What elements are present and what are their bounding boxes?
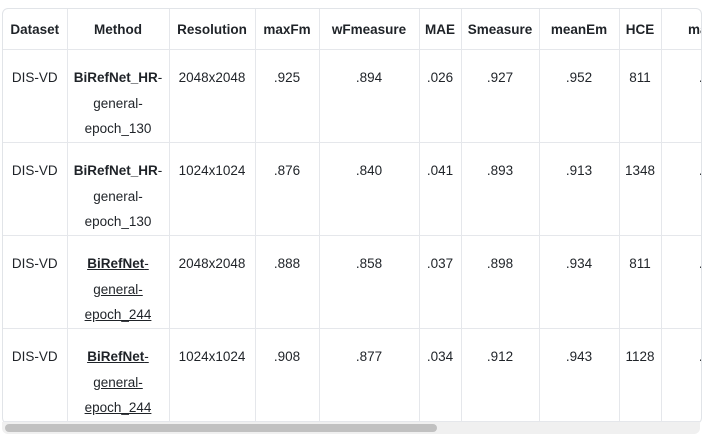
header-row: Dataset Method Resolution maxFm wFmeasur… — [3, 9, 701, 50]
cell-method: BiRefNet- general- epoch_244 — [67, 235, 170, 329]
cell-mae: .041 — [419, 142, 462, 236]
table-row: DIS-VD BiRefNet- general- epoch_244 1024… — [3, 328, 701, 422]
col-header-smeasure: Smeasure — [461, 9, 540, 50]
method-part[interactable]: general- — [93, 282, 143, 297]
horizontal-scrollbar[interactable] — [2, 422, 700, 434]
cell-resolution: 1024x1024 — [169, 142, 256, 236]
cell-resolution: 2048x2048 — [169, 49, 256, 143]
cell-maxem: .926 — [661, 142, 701, 236]
col-header-maxem: maxEm — [661, 9, 701, 50]
cell-smeasure: .912 — [461, 328, 540, 422]
cell-hce: 1128 — [619, 328, 662, 422]
method-part[interactable]: epoch_244 — [85, 307, 152, 322]
col-header-maxfm: maxFm — [255, 9, 320, 50]
col-header-hce: HCE — [619, 9, 662, 50]
cell-method: BiRefNet- general- epoch_244 — [67, 328, 170, 422]
col-header-mae: MAE — [419, 9, 462, 50]
results-table-container[interactable]: Dataset Method Resolution maxFm wFmeasur… — [2, 8, 702, 424]
method-sep[interactable]: - — [144, 256, 149, 271]
col-header-wfmeasure: wFmeasure — [319, 9, 420, 50]
cell-wfmeasure: .858 — [319, 235, 420, 329]
col-header-resolution: Resolution — [169, 9, 256, 50]
col-header-method: Method — [67, 9, 170, 50]
cell-maxem: .953 — [661, 328, 701, 422]
cell-method: BiRefNet_HR- general- epoch_130 — [67, 49, 170, 143]
cell-wfmeasure: .840 — [319, 142, 420, 236]
method-sep: - — [157, 163, 163, 178]
method-name[interactable]: BiRefNet — [87, 256, 144, 271]
method-name: BiRefNet_HR — [73, 70, 158, 85]
method-sep: - — [157, 70, 163, 85]
results-table: Dataset Method Resolution maxFm wFmeasur… — [3, 9, 701, 422]
method-part: general- — [93, 188, 143, 204]
method-link[interactable]: BiRefNet- general- epoch_244 — [85, 349, 152, 415]
cell-hce: 811 — [619, 235, 662, 329]
cell-method: BiRefNet_HR- general- epoch_130 — [67, 142, 170, 236]
cell-dataset: DIS-VD — [3, 142, 68, 236]
cell-smeasure: .927 — [461, 49, 540, 143]
cell-meanem: .943 — [539, 328, 620, 422]
cell-resolution: 2048x2048 — [169, 235, 256, 329]
method-sep[interactable]: - — [144, 349, 149, 364]
col-header-meanem: meanEm — [539, 9, 620, 50]
cell-mae: .037 — [419, 235, 462, 329]
cell-meanem: .952 — [539, 49, 620, 143]
cell-meanem: .913 — [539, 142, 620, 236]
cell-smeasure: .893 — [461, 142, 540, 236]
cell-maxem: .941 — [661, 235, 701, 329]
table-row: DIS-VD BiRefNet_HR- general- epoch_130 2… — [3, 49, 701, 143]
scrollbar-thumb[interactable] — [5, 424, 437, 432]
cell-maxfm: .888 — [255, 235, 320, 329]
col-header-dataset: Dataset — [3, 9, 68, 50]
cell-hce: 1348 — [619, 142, 662, 236]
method-part: general- — [93, 95, 143, 111]
cell-hce: 811 — [619, 49, 662, 143]
cell-mae: .034 — [419, 328, 462, 422]
cell-dataset: DIS-VD — [3, 328, 68, 422]
cell-maxem: .960 — [661, 49, 701, 143]
cell-smeasure: .898 — [461, 235, 540, 329]
method-part[interactable]: general- — [93, 375, 143, 390]
cell-dataset: DIS-VD — [3, 235, 68, 329]
cell-wfmeasure: .877 — [319, 328, 420, 422]
method-part[interactable]: epoch_244 — [85, 400, 152, 415]
cell-resolution: 1024x1024 — [169, 328, 256, 422]
table-row: DIS-VD BiRefNet- general- epoch_244 2048… — [3, 235, 701, 329]
cell-maxfm: .908 — [255, 328, 320, 422]
method-part: epoch_130 — [84, 121, 152, 136]
cell-mae: .026 — [419, 49, 462, 143]
method-name: BiRefNet_HR — [73, 163, 158, 178]
cell-maxfm: .925 — [255, 49, 320, 143]
table-row: DIS-VD BiRefNet_HR- general- epoch_130 1… — [3, 142, 701, 236]
method-part: epoch_130 — [84, 214, 152, 229]
cell-meanem: .934 — [539, 235, 620, 329]
cell-wfmeasure: .894 — [319, 49, 420, 143]
method-link[interactable]: BiRefNet- general- epoch_244 — [85, 256, 152, 322]
method-name[interactable]: BiRefNet — [87, 349, 144, 364]
cell-dataset: DIS-VD — [3, 49, 68, 143]
cell-maxfm: .876 — [255, 142, 320, 236]
